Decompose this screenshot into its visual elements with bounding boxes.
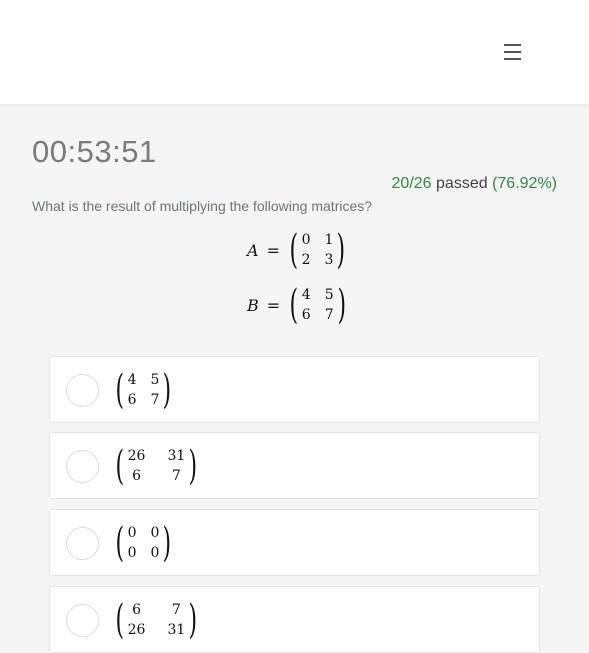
matrix-a-equation: A = ( 0 1 2 3 ) — [247, 228, 349, 272]
left-paren: ( — [289, 282, 299, 328]
answer-option-2[interactable]: ( 26 31 6 7 ) — [49, 432, 540, 499]
matrix-cell: 5 — [324, 286, 334, 303]
matrix-b: ( 4 5 6 7 ) — [286, 283, 349, 327]
matrix-cell: 4 — [301, 286, 311, 303]
matrix-cell: 6 — [132, 601, 141, 618]
question-text: What is the result of multiplying the fo… — [32, 198, 373, 214]
matrix-cell: 0 — [150, 524, 160, 541]
left-paren: ( — [115, 597, 125, 643]
score-percent: (76.92%) — [492, 175, 557, 192]
right-paren: ) — [336, 227, 346, 273]
matrix-cell: 0 — [150, 544, 160, 561]
option-matrix: ( 6 7 26 31 ) — [112, 598, 201, 642]
left-paren: ( — [289, 227, 299, 273]
matrix-a: ( 0 1 2 3 ) — [286, 228, 349, 272]
matrix-cell: 31 — [167, 447, 186, 464]
left-paren: ( — [115, 443, 125, 489]
matrix-cell: 6 — [301, 306, 311, 323]
matrix-cell: 2 — [301, 251, 311, 268]
option-matrix: ( 26 31 6 7 ) — [112, 444, 201, 488]
matrix-b-equals: = — [266, 295, 281, 315]
option-radio[interactable] — [66, 450, 99, 483]
matrix-cell: 7 — [171, 467, 181, 484]
matrix-cell: 26 — [127, 447, 146, 464]
option-matrix: ( 4 5 6 7 ) — [112, 368, 175, 412]
matrix-a-equals: = — [266, 240, 280, 260]
answer-option-1[interactable]: ( 4 5 6 7 ) — [49, 356, 540, 423]
matrix-cell: 0 — [301, 231, 311, 248]
matrix-b-equation: B = ( 4 5 6 7 ) — [247, 283, 349, 327]
matrix-cell: 31 — [167, 621, 186, 638]
matrix-cell: 6 — [132, 467, 141, 484]
matrix-a-name: A — [247, 240, 259, 260]
left-paren: ( — [115, 367, 125, 413]
matrix-cell: 5 — [150, 371, 160, 388]
right-paren: ) — [188, 597, 198, 643]
right-paren: ) — [162, 520, 172, 566]
right-paren: ) — [337, 282, 346, 328]
score-summary: 20/26 passed (76.92%) — [392, 175, 557, 193]
option-radio[interactable] — [66, 374, 99, 407]
right-paren: ) — [162, 367, 172, 413]
right-paren: ) — [188, 443, 198, 489]
answer-option-3[interactable]: ( 0 0 0 0 ) — [49, 509, 540, 576]
matrix-cell: 3 — [324, 251, 334, 268]
score-fraction: 20/26 — [391, 175, 432, 192]
hamburger-menu-icon[interactable] — [499, 40, 527, 64]
option-matrix: ( 0 0 0 0 ) — [112, 521, 175, 565]
left-paren: ( — [115, 520, 125, 566]
matrix-cell: 4 — [127, 371, 137, 388]
score-passed-label: passed — [436, 175, 488, 192]
option-radio[interactable] — [66, 527, 99, 560]
option-radio[interactable] — [66, 604, 99, 637]
matrix-cell: 7 — [324, 306, 334, 323]
answer-option-4[interactable]: ( 6 7 26 31 ) — [49, 586, 540, 653]
countdown-timer: 00:53:51 — [32, 134, 157, 169]
matrix-cell: 7 — [150, 391, 160, 408]
matrix-cell: 6 — [127, 391, 137, 408]
matrix-cell: 26 — [127, 621, 146, 638]
matrix-cell: 1 — [324, 231, 334, 248]
matrix-b-name: B — [247, 295, 259, 315]
matrix-cell: 7 — [171, 601, 181, 618]
matrix-cell: 0 — [127, 524, 137, 541]
top-navbar — [0, 0, 589, 104]
matrix-cell: 0 — [127, 544, 137, 561]
